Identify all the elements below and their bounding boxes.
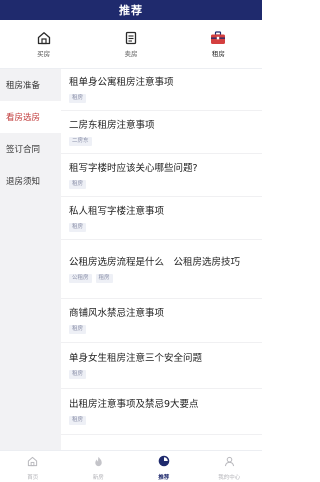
sidebar-item-rent-prep[interactable]: 租房准备 <box>0 69 61 101</box>
article-tag: 租房 <box>69 370 87 379</box>
sidebar-item-label: 签订合同 <box>6 145 41 155</box>
article-title: 私人租写字楼注意事项 <box>69 205 165 217</box>
tab-buy[interactable]: 买房 <box>0 20 87 68</box>
article-tag: 租房 <box>69 94 87 103</box>
tab-sell[interactable]: 卖房 <box>87 20 174 68</box>
home-icon <box>27 452 38 471</box>
article-tag: 租房 <box>69 416 87 425</box>
article-title: 公租房选房流程是什么 公租房选房技巧 <box>69 256 241 268</box>
article-tag: 租房 <box>95 273 113 283</box>
list-item[interactable]: 单身女生租房注意三个安全问题 租房 <box>61 343 262 389</box>
list-item[interactable]: 二房东租房注意事项 二房东 <box>61 111 262 154</box>
sidebar-item-label: 看房选房 <box>6 113 41 123</box>
article-title: 单身女生租房注意三个安全问题 <box>69 353 203 364</box>
sidebar-item-contract[interactable]: 签订合同 <box>0 133 61 165</box>
document-icon <box>124 31 138 45</box>
article-title: 租写字楼时应该关心哪些问题? <box>69 162 198 174</box>
article-title: 商铺风水禁忌注意事项 <box>69 308 165 319</box>
bottom-nav: 首页 新房 推荐 我的中心 <box>0 450 262 482</box>
tab-rent[interactable]: 租房 <box>175 20 262 68</box>
tab-sell-label: 卖房 <box>124 49 138 58</box>
nav-profile-label: 我的中心 <box>218 475 241 481</box>
list-item[interactable]: 商铺风水禁忌注意事项 租房 <box>61 299 262 343</box>
article-title: 出租房注意事项及禁忌9大要点 <box>69 399 199 410</box>
sidebar-item-checkout[interactable]: 退房须知 <box>0 165 61 197</box>
list-item[interactable]: 租写字楼时应该关心哪些问题? 租房 <box>61 154 262 197</box>
article-title: 二房东租房注意事项 <box>69 119 155 131</box>
nav-recommend-label: 推荐 <box>158 475 170 481</box>
article-tag: 租房 <box>69 325 87 334</box>
suitcase-icon <box>210 30 226 45</box>
article-list: 租单身公寓租房注意事项 租房 二房东租房注意事项 二房东 租写字楼时应该关心哪些… <box>61 69 262 450</box>
list-item[interactable]: 租单身公寓租房注意事项 租房 <box>61 69 262 111</box>
article-tag: 租房 <box>69 222 87 232</box>
tab-rent-label: 租房 <box>211 49 225 58</box>
sidebar-item-label: 租房准备 <box>6 81 41 91</box>
list-item[interactable]: 公租房选房流程是什么 公租房选房技巧 公租房 租房 <box>61 240 262 299</box>
page-title: 推荐 <box>119 4 143 17</box>
nav-home[interactable]: 首页 <box>0 451 66 482</box>
nav-new-house-label: 新房 <box>92 475 104 481</box>
page-header: 推荐 <box>0 0 262 20</box>
sidebar-item-viewing[interactable]: 看房选房 <box>0 101 61 133</box>
recommend-icon <box>158 452 170 471</box>
fire-icon <box>93 452 104 471</box>
list-item[interactable]: 出租房注意事项及禁忌9大要点 租房 <box>61 389 262 435</box>
article-tag: 公租房 <box>69 273 92 283</box>
user-icon <box>224 452 235 471</box>
nav-profile[interactable]: 我的中心 <box>197 451 263 482</box>
article-tag: 租房 <box>69 179 87 189</box>
category-tabs: 买房 卖房 租房 <box>0 20 262 69</box>
house-icon <box>37 31 51 45</box>
nav-new-house[interactable]: 新房 <box>66 451 132 482</box>
article-tag: 二房东 <box>69 136 92 146</box>
tab-buy-label: 买房 <box>37 49 51 58</box>
list-item[interactable]: 私人租写字楼注意事项 租房 <box>61 197 262 240</box>
sidebar-item-label: 退房须知 <box>6 177 41 187</box>
sidebar: 租房准备 看房选房 签订合同 退房须知 <box>0 69 61 450</box>
article-title: 租单身公寓租房注意事项 <box>69 77 174 88</box>
nav-recommend[interactable]: 推荐 <box>131 451 197 482</box>
nav-home-label: 首页 <box>27 475 39 481</box>
